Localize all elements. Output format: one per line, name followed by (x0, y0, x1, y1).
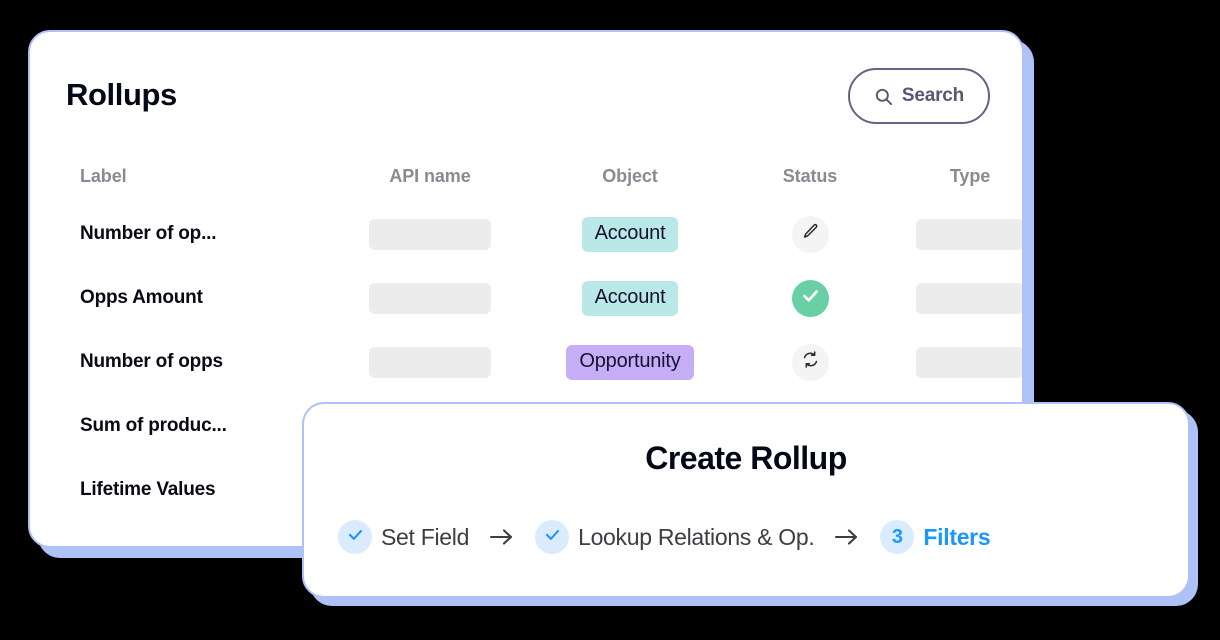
rollup-label: Number of opps (80, 351, 223, 372)
column-header-api-name[interactable]: API name (330, 166, 530, 187)
search-icon (874, 87, 893, 106)
arrow-right-icon-1 (488, 527, 516, 547)
column-header-label[interactable]: Label (80, 166, 330, 187)
column-header-object[interactable]: Object (530, 166, 730, 187)
object-badge: Opportunity (566, 344, 694, 380)
pencil-icon (801, 222, 820, 246)
search-button[interactable]: Search (848, 68, 990, 124)
check-icon (800, 285, 821, 311)
api-name-placeholder (369, 218, 491, 250)
search-button-label: Search (901, 85, 965, 106)
rollup-label: Sum of produc... (80, 415, 227, 436)
api-name-placeholder (369, 346, 491, 378)
arrow-right-icon-2 (833, 527, 861, 547)
step-label: Filters (923, 523, 991, 550)
status-badge[interactable] (791, 343, 829, 381)
table-row[interactable]: Number of op... Account (30, 202, 1022, 266)
status-badge[interactable] (791, 215, 829, 253)
page-title: Rollups (66, 77, 177, 112)
table-row[interactable]: Number of opps Opportunity (30, 330, 1022, 394)
step-complete-icon-2 (535, 520, 570, 554)
column-header-type[interactable]: Type (890, 166, 1022, 187)
type-placeholder (916, 282, 1022, 314)
object-badge: Account (581, 216, 679, 252)
type-placeholder (916, 218, 1022, 250)
api-name-placeholder (369, 282, 491, 314)
type-placeholder (916, 346, 1022, 378)
rollup-label: Lifetime Values (80, 479, 216, 500)
object-badge: Account (581, 280, 679, 316)
column-header-status[interactable]: Status (730, 166, 890, 187)
rollup-label: Opps Amount (80, 287, 203, 308)
step-complete-icon-1 (338, 520, 372, 554)
step-number: 3 (891, 525, 903, 548)
step-label: Lookup Relations & Op. (578, 523, 815, 550)
table-row[interactable]: Opps Amount Account (30, 266, 1022, 330)
sync-icon (801, 350, 820, 374)
step-label: Set Field (381, 523, 470, 550)
step-lookup-relations[interactable]: Lookup Relations & Op. (535, 520, 815, 554)
check-icon (346, 525, 365, 549)
create-rollup-panel: Create Rollup Set Field Lookup Relations… (302, 402, 1190, 598)
step-number-badge: 3 (880, 520, 915, 554)
check-icon (543, 525, 562, 549)
step-filters[interactable]: 3 Filters (880, 520, 991, 554)
status-badge[interactable] (791, 279, 829, 317)
rollup-label: Number of op... (80, 223, 217, 244)
create-rollup-title: Create Rollup (645, 440, 847, 476)
step-set-field[interactable]: Set Field (338, 520, 469, 554)
table-header-row: Label API name Object Status Type (30, 150, 1022, 202)
create-rollup-stepper: Set Field Lookup Relations & Op. 3 Filte… (338, 520, 1154, 554)
